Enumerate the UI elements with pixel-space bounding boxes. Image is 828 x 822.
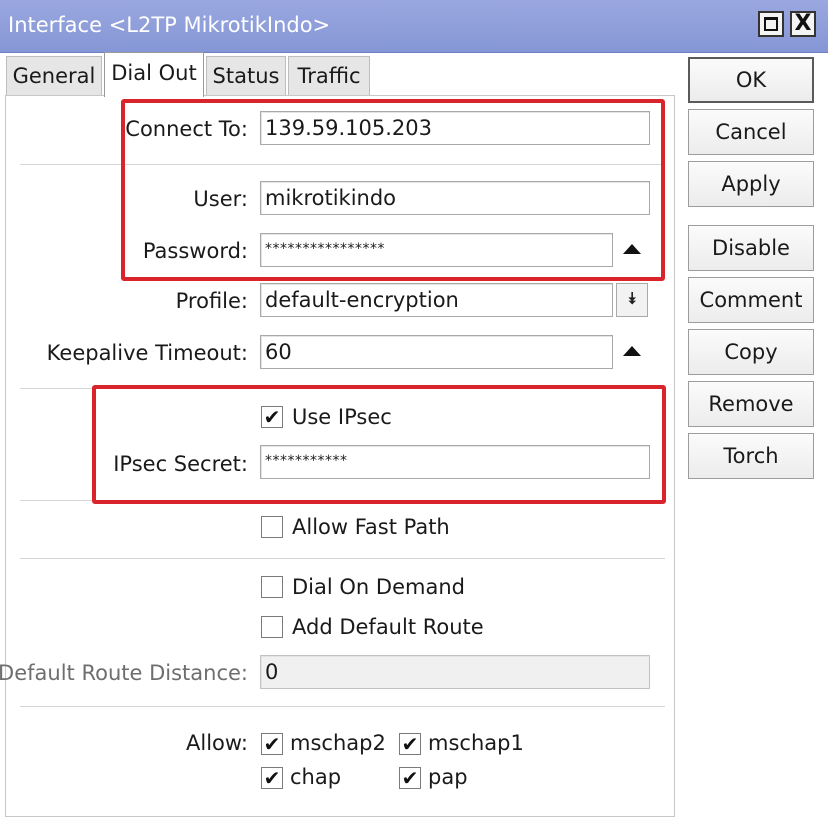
tab-strip: General Dial Out Status Traffic bbox=[0, 52, 680, 97]
profile-label: Profile: bbox=[175, 289, 248, 313]
collapse-arrow-up-icon[interactable] bbox=[623, 346, 641, 356]
profile-select[interactable]: default-encryption bbox=[260, 283, 613, 317]
allow-mschap2-checkbox[interactable]: ✔ bbox=[261, 733, 283, 755]
ipsec-secret-label: IPsec Secret: bbox=[113, 452, 248, 476]
separator bbox=[20, 500, 665, 501]
allow-pap-checkbox[interactable]: ✔ bbox=[399, 767, 421, 789]
tab-dial-out[interactable]: Dial Out bbox=[104, 52, 204, 97]
window-title: Interface <L2TP MikrotikIndo> bbox=[8, 13, 331, 37]
torch-button[interactable]: Torch bbox=[688, 433, 814, 479]
default-route-distance-label: Default Route Distance: bbox=[0, 661, 248, 685]
allow-mschap1-checkbox[interactable]: ✔ bbox=[399, 733, 421, 755]
keepalive-field[interactable]: 60 bbox=[260, 335, 613, 369]
default-route-distance-field[interactable]: 0 bbox=[260, 655, 650, 689]
tab-status[interactable]: Status bbox=[206, 56, 286, 96]
remove-button[interactable]: Remove bbox=[688, 381, 814, 427]
dial-on-demand-label: Dial On Demand bbox=[292, 575, 465, 599]
collapse-arrow-up-icon[interactable] bbox=[623, 244, 641, 254]
use-ipsec-checkbox[interactable]: ✔ bbox=[261, 406, 283, 428]
disable-button[interactable]: Disable bbox=[688, 225, 814, 271]
allow-mschap2-label: mschap2 bbox=[290, 731, 386, 755]
use-ipsec-label: Use IPsec bbox=[292, 405, 392, 429]
user-label: User: bbox=[193, 187, 248, 211]
connect-to-field[interactable]: 139.59.105.203 bbox=[260, 111, 650, 145]
ok-button[interactable]: OK bbox=[688, 57, 814, 103]
separator bbox=[20, 706, 665, 707]
close-button[interactable]: X bbox=[790, 11, 816, 37]
keepalive-label: Keepalive Timeout: bbox=[46, 341, 248, 365]
add-default-route-label: Add Default Route bbox=[292, 615, 484, 639]
tab-general[interactable]: General bbox=[6, 56, 102, 96]
password-field[interactable]: **************** bbox=[260, 233, 613, 267]
copy-button[interactable]: Copy bbox=[688, 329, 814, 375]
separator bbox=[20, 558, 665, 559]
apply-button[interactable]: Apply bbox=[688, 161, 814, 207]
dial-on-demand-checkbox[interactable] bbox=[261, 576, 283, 598]
allow-chap-label: chap bbox=[290, 765, 342, 789]
title-bar[interactable]: Interface <L2TP MikrotikIndo> X bbox=[0, 0, 828, 53]
connect-to-label: Connect To: bbox=[125, 117, 248, 141]
comment-button[interactable]: Comment bbox=[688, 277, 814, 323]
add-default-route-checkbox[interactable] bbox=[261, 616, 283, 638]
allow-fast-path-label: Allow Fast Path bbox=[292, 515, 450, 539]
separator bbox=[20, 164, 665, 165]
cancel-button[interactable]: Cancel bbox=[688, 109, 814, 155]
tab-traffic[interactable]: Traffic bbox=[288, 56, 370, 96]
allow-fast-path-checkbox[interactable] bbox=[261, 516, 283, 538]
allow-chap-checkbox[interactable]: ✔ bbox=[261, 767, 283, 789]
password-label: Password: bbox=[142, 239, 248, 263]
dropdown-arrow-icon[interactable]: ⯯ bbox=[616, 283, 648, 317]
allow-mschap1-label: mschap1 bbox=[428, 731, 524, 755]
maximize-button[interactable] bbox=[758, 11, 784, 37]
ipsec-secret-field[interactable]: *********** bbox=[260, 445, 650, 479]
allow-pap-label: pap bbox=[428, 765, 468, 789]
allow-label: Allow: bbox=[186, 731, 248, 755]
separator bbox=[20, 388, 665, 389]
user-field[interactable]: mikrotikindo bbox=[260, 181, 650, 215]
